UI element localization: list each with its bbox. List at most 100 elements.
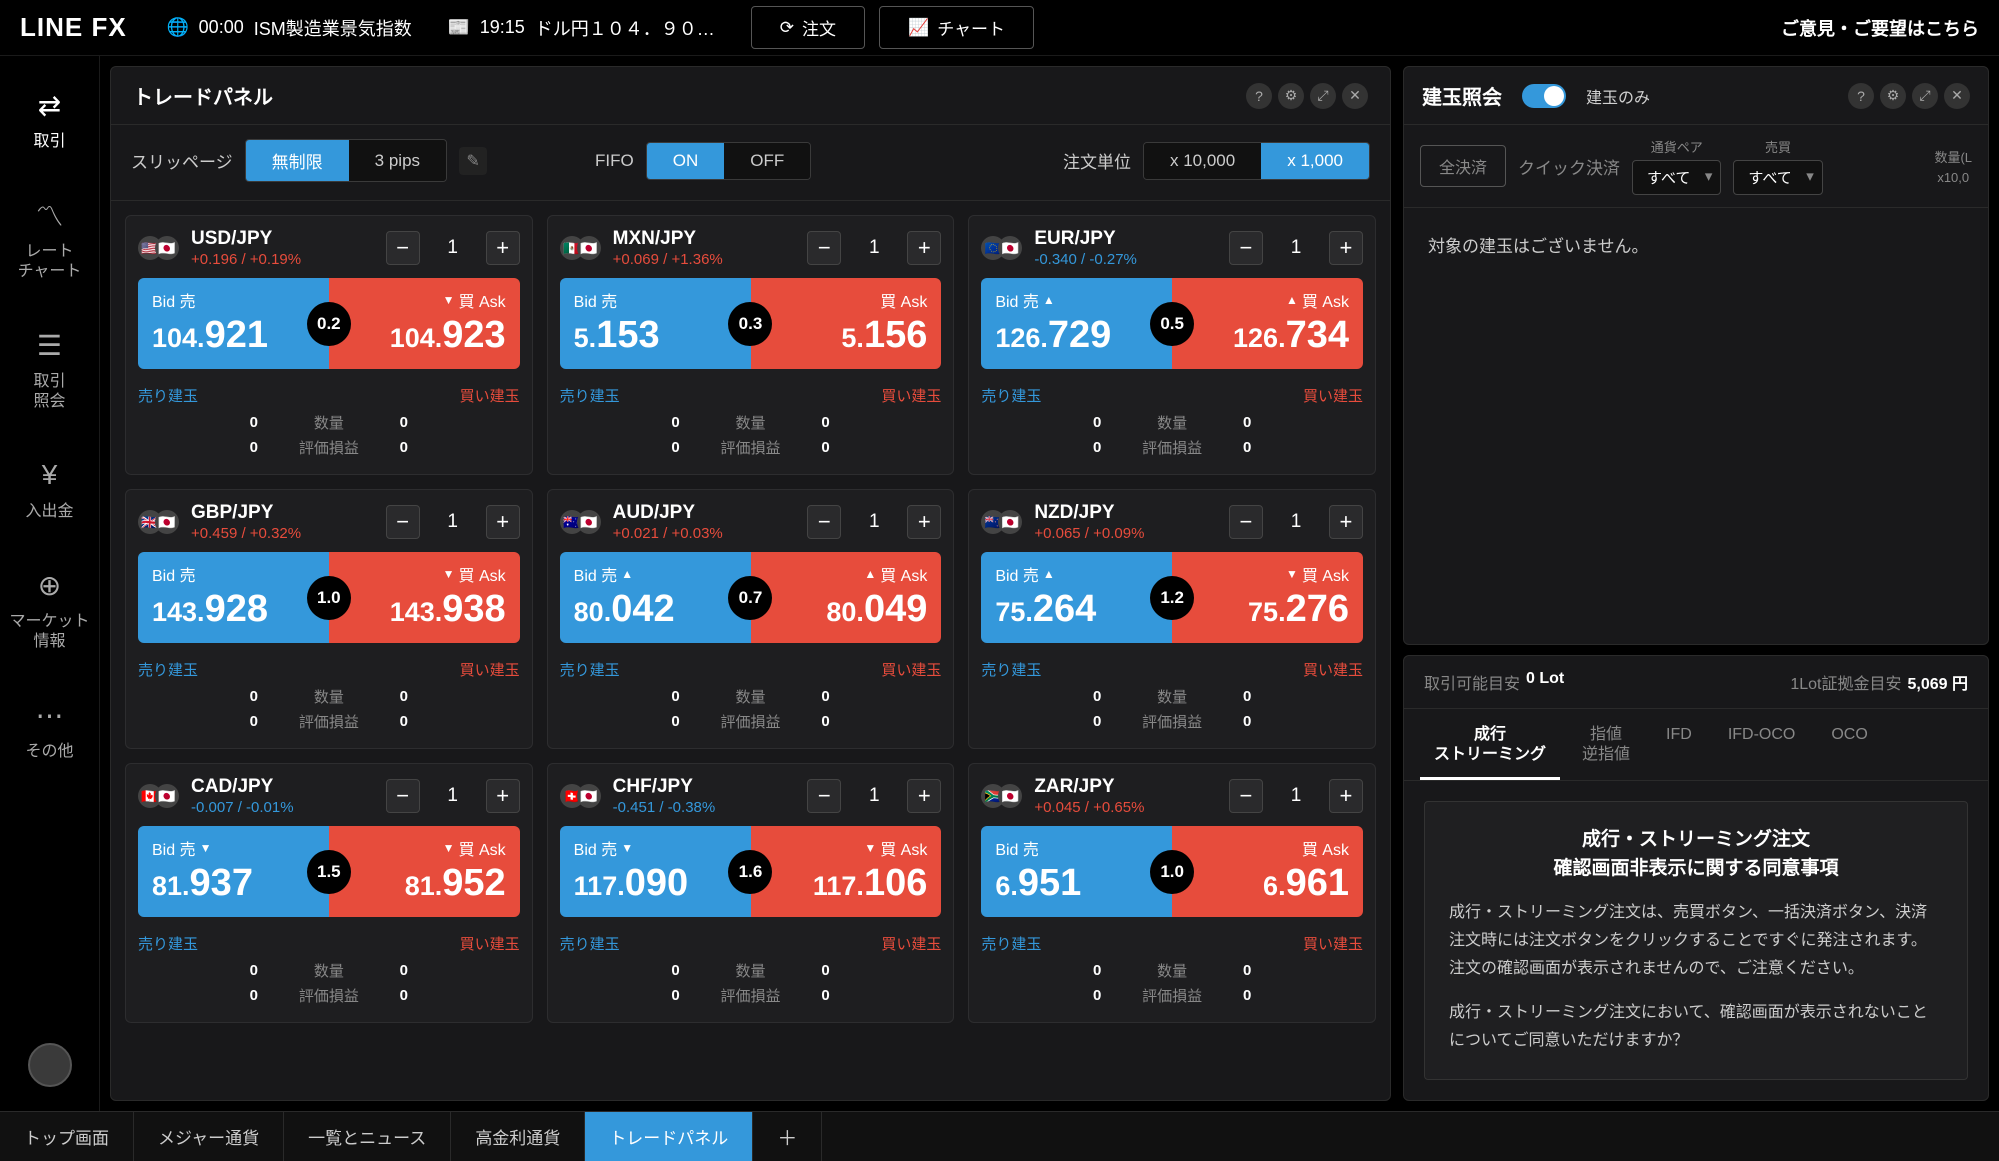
order-tab[interactable]: IFD: [1652, 719, 1706, 780]
flag-pair: 🇿🇦 🇯🇵: [981, 784, 1022, 808]
sidebar-item-pulse[interactable]: 〽レート チャート: [9, 196, 89, 282]
expand-icon[interactable]: ⤢: [1912, 83, 1938, 109]
bid-button[interactable]: Bid 売 6.951: [981, 826, 1172, 917]
ask-label: ▼ 買 Ask: [343, 288, 506, 312]
bid-button[interactable]: Bid 売 ▼ 117.090: [560, 826, 751, 917]
close-icon[interactable]: ✕: [1342, 83, 1368, 109]
qty-plus-button[interactable]: +: [907, 505, 941, 539]
bid-button[interactable]: Bid 売 ▲ 75.264: [981, 552, 1172, 643]
fifo-off[interactable]: OFF: [724, 143, 810, 179]
bid-button[interactable]: Bid 売 143.928: [138, 552, 329, 643]
fifo-on[interactable]: ON: [647, 143, 725, 179]
qty-minus-button[interactable]: −: [1229, 505, 1263, 539]
help-icon[interactable]: ?: [1848, 83, 1874, 109]
qty-value: 1: [428, 785, 478, 807]
slippage-3pips[interactable]: 3 pips: [349, 140, 446, 181]
chart-button[interactable]: 📈 チャート: [879, 6, 1034, 49]
ask-button[interactable]: ▼ 買 Ask 104.923: [329, 278, 520, 369]
feedback-link[interactable]: ご意見・ご要望はこちら: [1781, 15, 1979, 41]
sidebar-item-arrows[interactable]: ⇄取引: [9, 86, 89, 152]
bid-button[interactable]: Bid 売 ▼ 81.937: [138, 826, 329, 917]
buy-pos-label: 買い建玉: [881, 659, 941, 680]
pair-filter-select[interactable]: すべて: [1632, 160, 1721, 195]
ask-button[interactable]: ▼ 買 Ask 143.938: [329, 552, 520, 643]
qty-minus-button[interactable]: −: [807, 505, 841, 539]
bottom-tab[interactable]: トレードパネル: [585, 1112, 753, 1161]
bid-button[interactable]: Bid 売 ▲ 80.042: [560, 552, 751, 643]
bid-label: Bid 売 ▲: [995, 562, 1158, 586]
qty-label: 数量: [680, 412, 822, 433]
qty-minus-button[interactable]: −: [807, 779, 841, 813]
ask-label: ▼ 買 Ask: [1186, 562, 1349, 586]
pair-card: 🇬🇧 🇯🇵 GBP/JPY +0.459 / +0.32% − 1 + Bid …: [125, 489, 533, 749]
bid-price: 117.090: [574, 862, 737, 905]
quick-settle-label: クイック決済: [1518, 154, 1620, 179]
qty-plus-button[interactable]: +: [1329, 505, 1363, 539]
pl-label: 評価損益: [1101, 711, 1243, 732]
buy-pos-label: 買い建玉: [1303, 933, 1363, 954]
sidebar-item-list[interactable]: ☰取引 照会: [9, 326, 89, 412]
qty-minus-button[interactable]: −: [386, 779, 420, 813]
order-tab[interactable]: OCO: [1817, 719, 1881, 780]
chart-icon: 📈: [908, 18, 929, 38]
spread-badge: 0.2: [307, 302, 351, 346]
flag-pair: 🇨🇭 🇯🇵: [560, 784, 601, 808]
order-panel: 取引可能目安 0 Lot 1Lot証拠金目安 5,069 円 成行 ストリーミン…: [1403, 655, 1989, 1101]
unit-10000[interactable]: x 10,000: [1144, 143, 1261, 179]
side-filter-select[interactable]: すべて: [1733, 160, 1822, 195]
bid-button[interactable]: Bid 売 ▲ 126.729: [981, 278, 1172, 369]
ask-button[interactable]: ▼ 買 Ask 81.952: [329, 826, 520, 917]
ask-button[interactable]: 買 Ask 5.156: [751, 278, 942, 369]
sidebar-item-yen[interactable]: ¥入出金: [9, 456, 89, 522]
bid-button[interactable]: Bid 売 5.153: [560, 278, 751, 369]
order-button[interactable]: ⟳ 注文: [751, 6, 865, 49]
help-icon[interactable]: ?: [1246, 83, 1272, 109]
close-icon[interactable]: ✕: [1944, 83, 1970, 109]
sidebar-item-dots[interactable]: ⋯その他: [9, 696, 89, 762]
unit-1000[interactable]: x 1,000: [1261, 143, 1369, 179]
ask-button[interactable]: ▲ 買 Ask 126.734: [1172, 278, 1363, 369]
bid-price: 81.937: [152, 862, 315, 905]
globe-icon: ⊕: [30, 566, 68, 604]
qty-plus-button[interactable]: +: [486, 231, 520, 265]
avatar[interactable]: [28, 1043, 72, 1087]
slippage-unlimited[interactable]: 無制限: [246, 140, 349, 181]
qty-plus-button[interactable]: +: [907, 779, 941, 813]
order-tab[interactable]: 成行 ストリーミング: [1420, 719, 1560, 780]
qty-minus-button[interactable]: −: [386, 231, 420, 265]
add-tab-button[interactable]: ＋: [753, 1112, 822, 1161]
expand-icon[interactable]: ⤢: [1310, 83, 1336, 109]
ticker-economic[interactable]: 🌐 00:00 ISM製造業景気指数: [167, 15, 412, 41]
qty-plus-button[interactable]: +: [1329, 231, 1363, 265]
qty-minus-button[interactable]: −: [1229, 231, 1263, 265]
qty-minus-button[interactable]: −: [807, 231, 841, 265]
ask-button[interactable]: ▼ 買 Ask 75.276: [1172, 552, 1363, 643]
sidebar-item-globe[interactable]: ⊕マーケット 情報: [9, 566, 89, 652]
qty-plus-button[interactable]: +: [486, 779, 520, 813]
gear-icon[interactable]: ⚙: [1278, 83, 1304, 109]
bottom-tab[interactable]: 一覧とニュース: [284, 1112, 451, 1161]
qty-plus-button[interactable]: +: [907, 231, 941, 265]
side-filter-label: 売買: [1765, 137, 1791, 156]
ask-button[interactable]: ▼ 買 Ask 117.106: [751, 826, 942, 917]
settle-all-button[interactable]: 全決済: [1420, 145, 1506, 187]
ticker-news[interactable]: 📰 19:15 ドル円１０４．９０…: [448, 15, 715, 41]
bottom-tab[interactable]: トップ画面: [0, 1112, 134, 1161]
order-tab[interactable]: IFD-OCO: [1714, 719, 1810, 780]
qty-plus-button[interactable]: +: [1329, 779, 1363, 813]
sidebar-label: 取引 照会: [33, 372, 65, 412]
qty-plus-button[interactable]: +: [486, 505, 520, 539]
qty-minus-button[interactable]: −: [1229, 779, 1263, 813]
spread-badge: 0.5: [1150, 302, 1194, 346]
positions-only-toggle[interactable]: [1522, 84, 1566, 108]
order-tab[interactable]: 指値 逆指値: [1568, 719, 1644, 780]
gear-icon[interactable]: ⚙: [1880, 83, 1906, 109]
ask-button[interactable]: 買 Ask 6.961: [1172, 826, 1363, 917]
qty-minus-button[interactable]: −: [386, 505, 420, 539]
bottom-tab[interactable]: メジャー通貨: [134, 1112, 284, 1161]
bottom-tab[interactable]: 高金利通貨: [451, 1112, 585, 1161]
ask-button[interactable]: ▲ 買 Ask 80.049: [751, 552, 942, 643]
bid-label: Bid 売 ▲: [574, 562, 737, 586]
pencil-icon[interactable]: ✎: [459, 147, 487, 175]
bid-button[interactable]: Bid 売 104.921: [138, 278, 329, 369]
